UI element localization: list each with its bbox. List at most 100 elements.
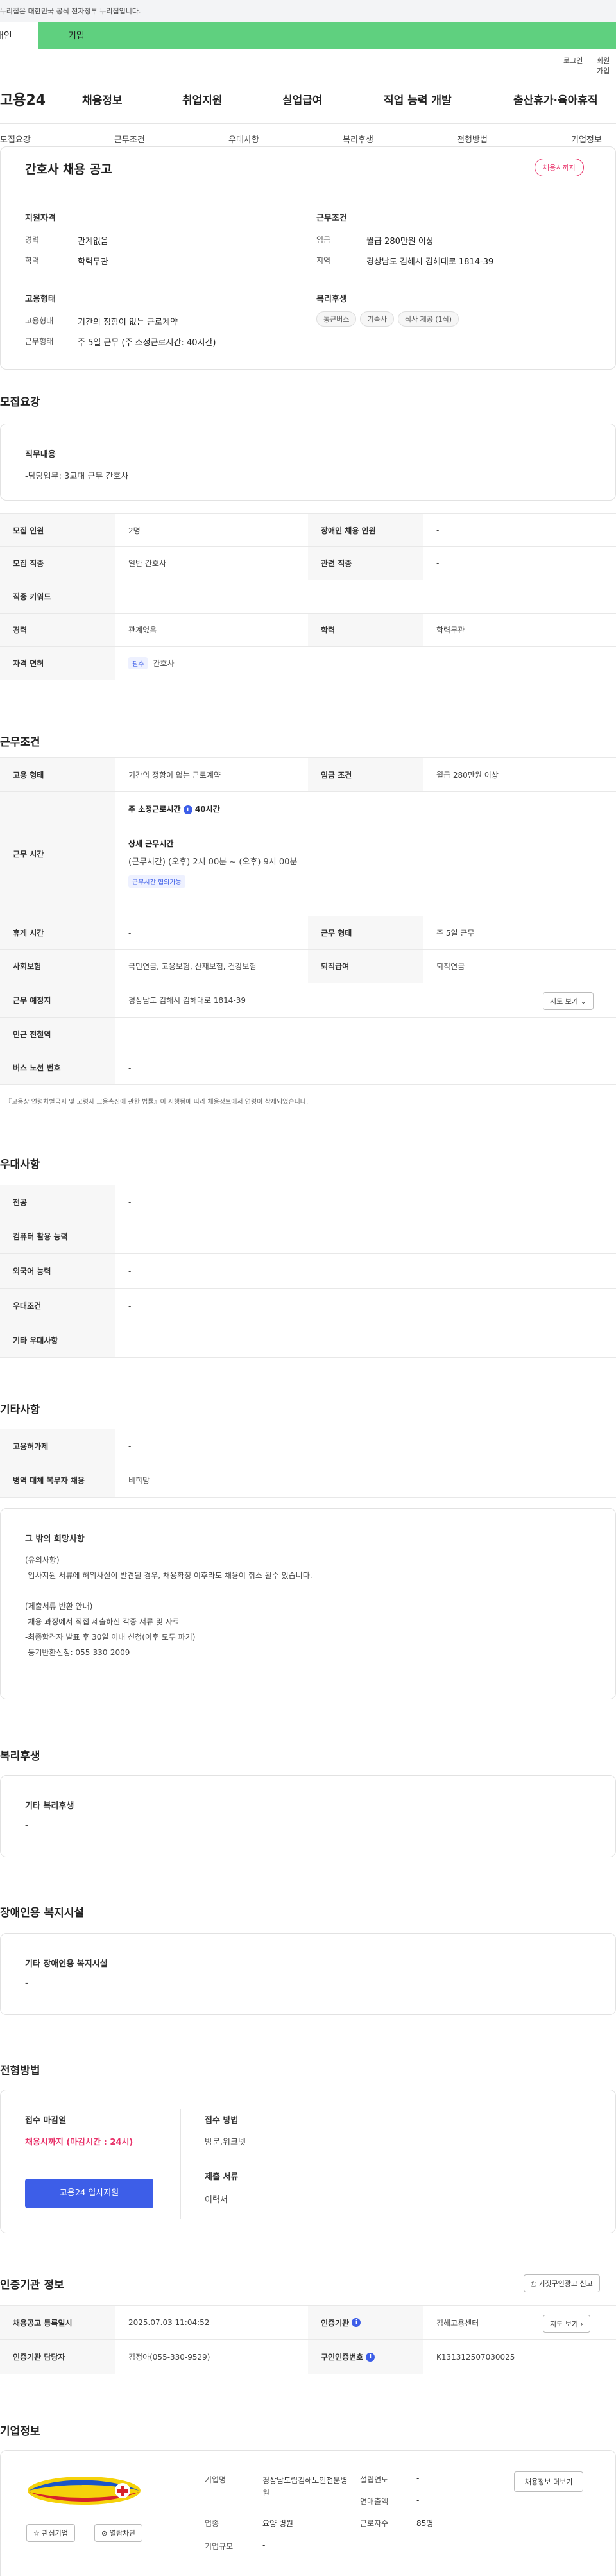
- section-nav-work[interactable]: 근무조건: [114, 133, 145, 145]
- info-icon[interactable]: i: [366, 2352, 375, 2362]
- cond-region-value: 경상남도 김해시 김해대로 1814-39: [366, 257, 494, 267]
- row-key: 버스 노선 번호: [0, 1051, 116, 1084]
- row-value: -: [128, 1232, 132, 1241]
- company-founded-key: 설립연도: [360, 2475, 389, 2484]
- row-value: -: [128, 1335, 132, 1345]
- table-row: 기타 우대사항 -: [0, 1323, 616, 1358]
- hours-line: 주 소정근로시간 i 40시간: [128, 803, 220, 814]
- row-key: 근무 형태: [308, 916, 424, 949]
- emp-type-value: 기간의 정함이 없는 근로계약: [78, 318, 178, 327]
- agency-map-button[interactable]: 지도 보기 ›: [543, 2315, 590, 2333]
- company-section-title: 기업정보: [0, 2425, 40, 2438]
- report-fake-ad-button[interactable]: ⎙ 거짓구인광고 신고: [524, 2274, 600, 2292]
- gnb-unemployment-benefit[interactable]: 실업급여: [282, 91, 323, 107]
- row-key: 퇴직급여: [308, 950, 424, 983]
- welfare-chip: 식사 제공 (1식): [397, 311, 459, 327]
- row-value: 기간의 정함이 없는 근로계약: [128, 770, 221, 780]
- company-founded-value: -: [416, 2474, 420, 2483]
- star-icon: ☆: [33, 2529, 40, 2537]
- site-logo[interactable]: 고용24: [0, 89, 46, 109]
- row-value: 퇴직연금: [436, 962, 465, 971]
- agency-section-title: 인증기관 정보: [0, 2279, 64, 2292]
- agency-map-label: 지도 보기: [550, 2320, 578, 2328]
- table-row: 병역 대체 복무자 채용 비희망: [0, 1463, 616, 1498]
- user-type-tabs: 개인 기업: [0, 22, 616, 49]
- tab-personal[interactable]: 개인: [0, 22, 38, 49]
- section-nav-welfare[interactable]: 복리후생: [343, 133, 373, 145]
- row-key: 장애인 채용 인원: [308, 514, 424, 546]
- row-key: 임금 조건: [308, 758, 424, 791]
- chevron-down-icon: ⌄: [580, 997, 586, 1006]
- table-row: 근무 예정지 경상남도 김해시 김해대로 1814-39 지도 보기 ⌄: [0, 983, 616, 1018]
- gnb-vocational-training[interactable]: 직업 능력 개발: [384, 91, 452, 107]
- section-nav-recruit[interactable]: 모집요강: [0, 133, 31, 145]
- row-value: -: [128, 1266, 132, 1276]
- welfare-chips: 통근버스 기숙사 식사 제공 (1식): [316, 311, 463, 327]
- row-value: -: [128, 1063, 132, 1072]
- apply-button[interactable]: 고용24 입사지원: [25, 2179, 153, 2208]
- cond-region-key: 지역: [316, 256, 331, 265]
- qual-heading: 지원자격: [25, 214, 56, 223]
- cond-heading: 근무조건: [316, 214, 347, 223]
- row-value: -: [128, 1029, 132, 1039]
- detail-heading: 상세 근무시간: [128, 839, 174, 848]
- table-row: 모집 직종 일반 간호사 관련 직종 -: [0, 547, 616, 580]
- row-value: 일반 간호사: [128, 559, 167, 568]
- map-view-button[interactable]: 지도 보기 ⌄: [543, 992, 594, 1010]
- row-value: 월급 280만원 이상: [436, 770, 499, 780]
- table-row: 경력 관계없음 학력 학력무관: [0, 614, 616, 647]
- qual-career-value: 관계없음: [78, 237, 108, 246]
- row-key: 외국어 능력: [0, 1254, 116, 1288]
- gnb-maternity-leave[interactable]: 출산휴가·육아휴직: [513, 91, 598, 107]
- qual-career-key: 경력: [25, 236, 40, 245]
- row-key: 자격 면허: [0, 647, 116, 680]
- gnb-employment-support[interactable]: 취업지원: [182, 91, 223, 107]
- chevron-right-icon: ›: [580, 2320, 583, 2328]
- qual-edu-value: 학력무관: [78, 257, 108, 267]
- row-key: 구인인증번호: [321, 2353, 364, 2362]
- work-section-title: 근무조건: [0, 736, 40, 749]
- disability-card: 기타 장애인용 복지시설 -: [0, 1933, 616, 2015]
- gnb-jobs[interactable]: 채용정보: [82, 91, 123, 107]
- row-value: 경상남도 김해시 김해대로 1814-39: [128, 996, 246, 1005]
- etc-section-title: 기타사항: [0, 1404, 40, 1416]
- more-jobs-button[interactable]: 채용정보 더보기: [514, 2471, 584, 2492]
- hours-value: 40시간: [194, 805, 220, 814]
- company-employees-key: 근로자수: [360, 2519, 389, 2528]
- row-value: -: [128, 928, 132, 938]
- favorite-company-button[interactable]: ☆ 관심기업: [26, 2524, 75, 2542]
- section-nav-prefer[interactable]: 우대사항: [228, 133, 259, 145]
- company-industry-value: 요양 병원: [262, 2519, 293, 2528]
- license-value: 간호사: [153, 659, 175, 668]
- welfare-chip: 통근버스: [316, 311, 357, 327]
- row-key: 근무 예정지: [0, 983, 116, 1017]
- welfare-heading: 복리후생: [316, 295, 347, 304]
- disability-value: -: [25, 1979, 28, 1988]
- method-heading: 접수 방법: [205, 2116, 239, 2125]
- table-row: 사회보험 국민연금, 고용보험, 산재보험, 건강보험 퇴직급여 퇴직연금: [0, 950, 616, 983]
- row-key: 근무 시간: [0, 792, 116, 916]
- row-key: 경력: [0, 614, 116, 646]
- docs-heading: 제출 서류: [205, 2172, 239, 2182]
- info-icon[interactable]: i: [183, 805, 193, 814]
- row-key: 채용공고 등록일시: [0, 2306, 116, 2339]
- prefer-section-title: 우대사항: [0, 1158, 40, 1171]
- row-key: 모집 인원: [0, 514, 116, 546]
- favorite-company-label: 관심기업: [42, 2529, 68, 2537]
- cond-wage-value: 월급 280만원 이상: [366, 237, 434, 246]
- section-nav-screening[interactable]: 전형방법: [457, 133, 488, 145]
- divider: [180, 2109, 181, 2219]
- tab-personal-label: 개인: [0, 31, 12, 41]
- join-link[interactable]: 회원가입: [597, 55, 616, 76]
- login-link[interactable]: 로그인: [563, 55, 583, 65]
- section-nav-company[interactable]: 기업정보: [571, 133, 602, 145]
- row-value: -: [436, 558, 440, 568]
- tab-company-label: 기업: [68, 31, 85, 41]
- info-icon[interactable]: i: [352, 2318, 361, 2327]
- row-value: -: [128, 592, 132, 601]
- company-industry-key: 업종: [205, 2519, 219, 2528]
- block-company-button[interactable]: ⊘ 열람차단: [94, 2524, 143, 2542]
- welfare-etc-value: -: [25, 1821, 28, 1830]
- tab-company[interactable]: 기업: [38, 22, 616, 49]
- row-value: 국민연금, 고용보험, 산재보험, 건강보험: [128, 962, 257, 971]
